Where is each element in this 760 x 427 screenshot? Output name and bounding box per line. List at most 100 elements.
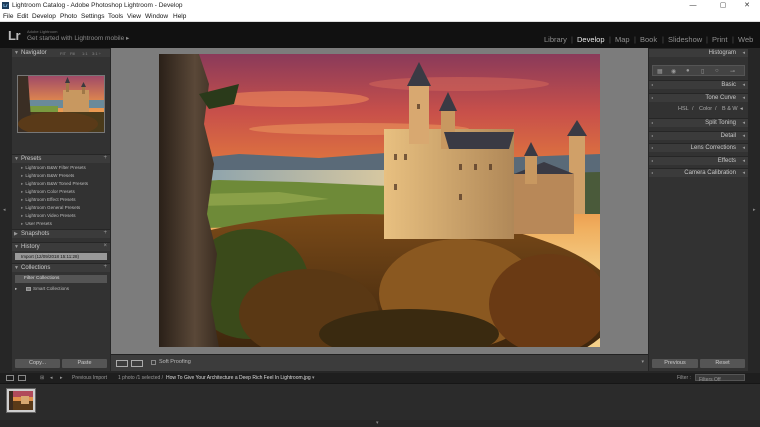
red-eye-icon[interactable]: ● (686, 68, 690, 74)
filter-collections-field[interactable]: Filter Collections (15, 275, 107, 283)
collections-header[interactable]: ▼ Collections + (12, 263, 110, 272)
panel-switch-icon: ◂ (651, 145, 654, 150)
reset-button[interactable]: Reset (700, 359, 745, 368)
menu-help[interactable]: Help (173, 13, 186, 20)
filter-select[interactable]: Filters Off (695, 374, 745, 383)
menu-settings[interactable]: Settings (81, 13, 105, 20)
back-arrow-icon[interactable]: ◂ (50, 375, 53, 381)
module-web[interactable]: Web (738, 35, 753, 44)
fullscreen-icon[interactable]: ⊞ (40, 375, 44, 381)
paste-button[interactable]: Paste (62, 359, 107, 368)
module-slideshow[interactable]: Slideshow (668, 35, 702, 44)
grid-view-icon[interactable] (18, 375, 26, 381)
right-panel-toggle-icon[interactable]: ▸ (753, 207, 756, 213)
crop-tool-icon[interactable]: ▦ (657, 68, 663, 75)
add-preset-icon[interactable]: + (103, 155, 107, 161)
preset-folder[interactable]: ▸ Lightroom General Presets (21, 205, 80, 211)
module-map[interactable]: Map (615, 35, 630, 44)
menu-develop[interactable]: Develop (32, 13, 56, 20)
copy-button[interactable]: Copy... (15, 359, 60, 368)
toolbar-menu-icon[interactable]: ▾ (641, 359, 644, 365)
before-after-view-icon[interactable] (131, 360, 143, 367)
zoom-1-1[interactable]: 1:1 (82, 51, 88, 56)
minimize-button[interactable]: — (680, 0, 706, 11)
soft-proofing-checkbox[interactable] (151, 360, 156, 365)
loupe-view-icon[interactable] (116, 360, 128, 367)
module-print[interactable]: Print (712, 35, 727, 44)
effects-header[interactable]: ◂ Effects ◂ (649, 156, 748, 165)
menu-file[interactable]: File (3, 13, 13, 20)
spot-removal-icon[interactable]: ◉ (671, 68, 676, 75)
menu-view[interactable]: View (127, 13, 141, 20)
menu-tools[interactable]: Tools (108, 13, 123, 20)
close-button[interactable]: ✕ (734, 0, 760, 11)
file-menu-icon[interactable]: ▾ (312, 375, 315, 381)
split-toning-title: Split Toning (705, 120, 736, 126)
expand-icon: ◂ (742, 95, 745, 101)
tone-curve-header[interactable]: ◂ Tone Curve ◂ (649, 93, 748, 102)
adjustment-brush-icon[interactable]: ⊸ (730, 68, 735, 75)
history-step[interactable]: Import (12/09/2018 15:11:28) (15, 253, 107, 260)
collection-item[interactable]: Smart Collections (33, 286, 69, 291)
history-header[interactable]: ▼ History × (12, 242, 110, 251)
navigator-header[interactable]: ▼ Navigator FIT Fill 1:1 3:1 ÷ (12, 48, 110, 57)
collapse-icon: ▼ (14, 156, 19, 162)
module-separator: | (634, 35, 636, 44)
camera-calibration-header[interactable]: ◂ Camera Calibration ◂ (649, 168, 748, 177)
histogram-header[interactable]: Histogram ◂ (649, 48, 748, 57)
module-book[interactable]: Book (640, 35, 657, 44)
collections-title: Collections (21, 265, 51, 271)
zoom-custom[interactable]: 3:1 ÷ (92, 51, 101, 56)
tab-hsl[interactable]: HSL (678, 106, 689, 112)
navigator-preview[interactable] (17, 75, 105, 133)
add-collection-icon[interactable]: + (103, 264, 107, 270)
lens-corrections-header[interactable]: ◂ Lens Corrections ◂ (649, 143, 748, 152)
presets-header[interactable]: ▼ Presets + (12, 154, 110, 163)
image-view[interactable] (111, 48, 648, 354)
menu-edit[interactable]: Edit (17, 13, 28, 20)
forward-arrow-icon[interactable]: ▸ (60, 375, 63, 381)
snapshots-header[interactable]: ▶ Snapshots + (12, 229, 110, 238)
graduated-filter-icon[interactable]: ▯ (701, 68, 704, 75)
module-develop[interactable]: Develop (577, 35, 605, 44)
split-toning-header[interactable]: ◂ Split Toning ◂ (649, 118, 748, 127)
add-snapshot-icon[interactable]: + (103, 230, 107, 236)
preset-folder[interactable]: ▸ Lightroom Effect Presets (21, 197, 76, 203)
clear-history-icon[interactable]: × (103, 243, 107, 249)
tab-color[interactable]: Color (699, 106, 712, 112)
detail-header[interactable]: ◂ Detail ◂ (649, 131, 748, 140)
history-title: History (21, 244, 40, 250)
filmstrip-thumbnail[interactable] (6, 388, 36, 413)
preset-folder[interactable]: ▸ Lightroom B&W Toned Presets (21, 181, 88, 187)
menu-bar: File Edit Develop Photo Settings Tools V… (0, 11, 760, 22)
collapse-icon: ▼ (14, 265, 19, 271)
module-library[interactable]: Library (544, 35, 567, 44)
basic-header[interactable]: ◂ Basic ◂ (649, 80, 748, 89)
radial-filter-icon[interactable]: ○ (715, 68, 719, 74)
zoom-fill[interactable]: Fill (70, 51, 75, 56)
menu-window[interactable]: Window (145, 13, 168, 20)
left-panel-toggle-icon[interactable]: ◂ (3, 207, 6, 213)
window-title: Lightroom Catalog - Adobe Photoshop Ligh… (12, 2, 183, 9)
preset-folder[interactable]: ▸ Lightroom Video Presets (21, 213, 76, 219)
previous-button[interactable]: Previous (652, 359, 698, 368)
preset-folder[interactable]: ▸ Lightroom B&W Presets (21, 173, 74, 179)
filmstrip-toggle-icon[interactable]: ▾ (376, 420, 379, 426)
panel-switch-icon: ◂ (651, 170, 654, 175)
zoom-fit[interactable]: FIT (60, 51, 66, 56)
maximize-button[interactable]: ▢ (710, 0, 736, 11)
title-bar: Lr Lightroom Catalog - Adobe Photoshop L… (0, 0, 760, 11)
tab-bw[interactable]: B & W (722, 106, 738, 112)
filmstrip (0, 383, 760, 420)
preset-folder[interactable]: ▸ Lightroom Color Presets (21, 189, 75, 195)
menu-photo[interactable]: Photo (60, 13, 77, 20)
expand-icon[interactable]: ▸ (15, 286, 17, 292)
preset-folder[interactable]: ▸ Lightroom B&W Filter Presets (21, 165, 86, 171)
histogram-title: Histogram (708, 50, 736, 56)
expand-icon: ▸ (21, 197, 24, 202)
secondary-window-icon[interactable] (6, 375, 14, 381)
source-label[interactable]: Previous Import (72, 375, 107, 381)
preset-folder[interactable]: ▸ User Presets (21, 221, 52, 227)
mobile-prompt-link[interactable]: Get started with Lightroom mobile ▸ (27, 34, 129, 42)
file-name[interactable]: How To Give Your Architecture a Deep Ric… (166, 375, 311, 381)
